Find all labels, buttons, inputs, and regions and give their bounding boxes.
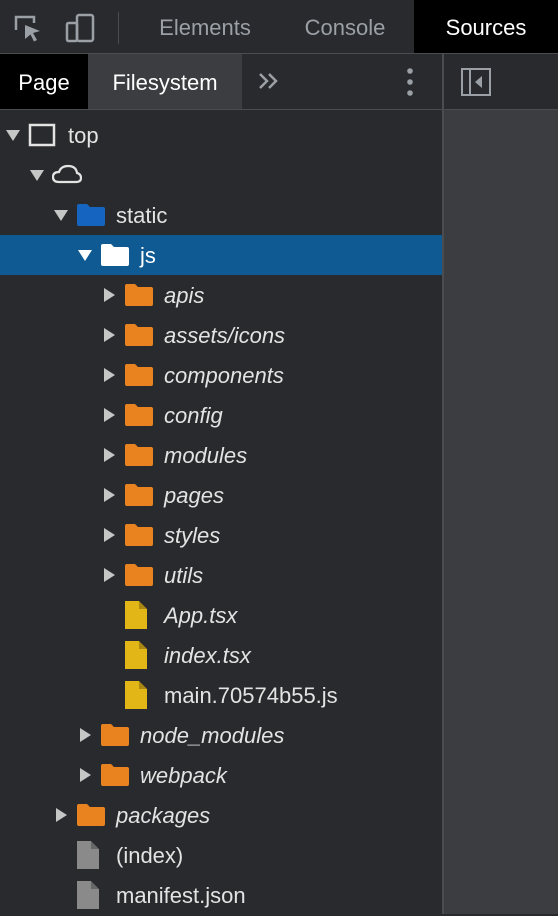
tree-item[interactable]: packages <box>0 795 443 835</box>
tree-item-label: js <box>140 243 156 268</box>
triangle-right-icon[interactable] <box>100 526 118 544</box>
tree-item[interactable]: apis <box>0 275 443 315</box>
sources-navigator: Page Filesystem top static js apis assets/ic… <box>0 54 443 914</box>
folder-icon <box>124 283 154 307</box>
frame-icon <box>28 123 56 147</box>
tree-item[interactable]: main.70574b55.js <box>0 675 443 715</box>
triangle-right-icon[interactable] <box>100 286 118 304</box>
tree-item[interactable]: top <box>0 115 443 155</box>
triangle-right-icon[interactable] <box>76 766 94 784</box>
triangle-right-icon[interactable] <box>100 486 118 504</box>
folder-icon <box>100 763 130 787</box>
tree-item-label: apis <box>164 283 205 308</box>
triangle-right-icon[interactable] <box>100 446 118 464</box>
tree-item-label: static <box>116 203 168 228</box>
triangle-right-icon[interactable] <box>76 726 94 744</box>
tree-item[interactable]: node_modules <box>0 715 443 755</box>
tree-item-label: manifest.json <box>116 883 246 908</box>
tree-item-label: main.70574b55.js <box>164 683 338 708</box>
device-toolbar-icon[interactable] <box>64 12 96 44</box>
file-icon <box>124 680 148 710</box>
file-tree: top static js apis assets/icons components con… <box>0 110 443 914</box>
tab-page[interactable]: Page <box>0 54 88 109</box>
navigator-tabbar: Page Filesystem <box>0 54 443 110</box>
folder-icon <box>124 483 154 507</box>
tree-item[interactable]: App.tsx <box>0 595 443 635</box>
tree-item[interactable]: assets/icons <box>0 315 443 355</box>
tab-filesystem[interactable]: Filesystem <box>88 54 242 109</box>
tree-item-label: App.tsx <box>164 603 238 628</box>
cloud-icon <box>51 164 83 186</box>
tree-item[interactable]: manifest.json <box>0 875 443 915</box>
tab-elements[interactable]: Elements <box>136 0 274 53</box>
triangle-right-icon[interactable] <box>100 406 118 424</box>
tree-item[interactable]: js <box>0 235 443 275</box>
folder-icon <box>100 243 130 267</box>
toolbar-separator <box>118 12 119 44</box>
tree-item-label: (index) <box>116 843 184 868</box>
triangle-down-icon[interactable] <box>4 126 22 144</box>
tree-item-label: webpack <box>140 763 227 788</box>
triangle-right-icon[interactable] <box>100 326 118 344</box>
triangle-right-icon[interactable] <box>52 806 70 824</box>
tab-console[interactable]: Console <box>282 0 408 53</box>
triangle-down-icon[interactable] <box>52 206 70 224</box>
folder-icon <box>76 203 106 227</box>
tree-item-label: components <box>164 363 284 388</box>
tree-item[interactable]: static <box>0 195 443 235</box>
tree-item[interactable]: index.tsx <box>0 635 443 675</box>
editor-toolbar <box>444 54 558 110</box>
triangle-down-icon[interactable] <box>76 246 94 264</box>
tree-item[interactable]: utils <box>0 555 443 595</box>
folder-icon <box>124 523 154 547</box>
tree-item-label: config <box>164 403 223 428</box>
tree-item[interactable]: config <box>0 395 443 435</box>
folder-icon <box>124 323 154 347</box>
triangle-down-icon[interactable] <box>28 166 46 184</box>
tree-item[interactable]: components <box>0 355 443 395</box>
triangle-right-icon[interactable] <box>100 366 118 384</box>
tree-item-label: pages <box>164 483 224 508</box>
folder-icon <box>100 723 130 747</box>
folder-icon <box>124 563 154 587</box>
tree-item-label: styles <box>164 523 221 548</box>
file-icon <box>76 840 100 870</box>
tree-item[interactable]: webpack <box>0 755 443 795</box>
file-icon <box>124 600 148 630</box>
tree-item-label: utils <box>164 563 204 588</box>
tree-item-label: node_modules <box>140 723 285 748</box>
chevron-double-right-icon[interactable] <box>252 64 286 98</box>
editor-pane <box>444 54 558 914</box>
folder-icon <box>124 443 154 467</box>
tree-item-label: top <box>68 123 99 148</box>
tree-item[interactable]: (index) <box>0 835 443 875</box>
tree-item[interactable]: modules <box>0 435 443 475</box>
tree-item-label: index.tsx <box>164 643 251 668</box>
folder-icon <box>124 403 154 427</box>
triangle-right-icon[interactable] <box>100 566 118 584</box>
inspect-element-icon[interactable] <box>12 12 44 44</box>
tree-item-label: modules <box>164 443 248 468</box>
tree-item[interactable]: styles <box>0 515 443 555</box>
file-icon <box>124 640 148 670</box>
folder-icon <box>76 803 106 827</box>
tab-sources[interactable]: Sources <box>414 0 558 53</box>
tree-item[interactable] <box>0 155 443 195</box>
kebab-menu-icon[interactable] <box>396 65 424 99</box>
file-icon <box>76 880 100 910</box>
folder-icon <box>124 363 154 387</box>
tree-item-label: assets/icons <box>164 323 286 348</box>
toggle-navigator-icon[interactable] <box>460 67 492 97</box>
tree-item[interactable]: pages <box>0 475 443 515</box>
tree-item-label: packages <box>116 803 211 828</box>
devtools-toolbar: Elements Console Sources <box>0 0 558 54</box>
